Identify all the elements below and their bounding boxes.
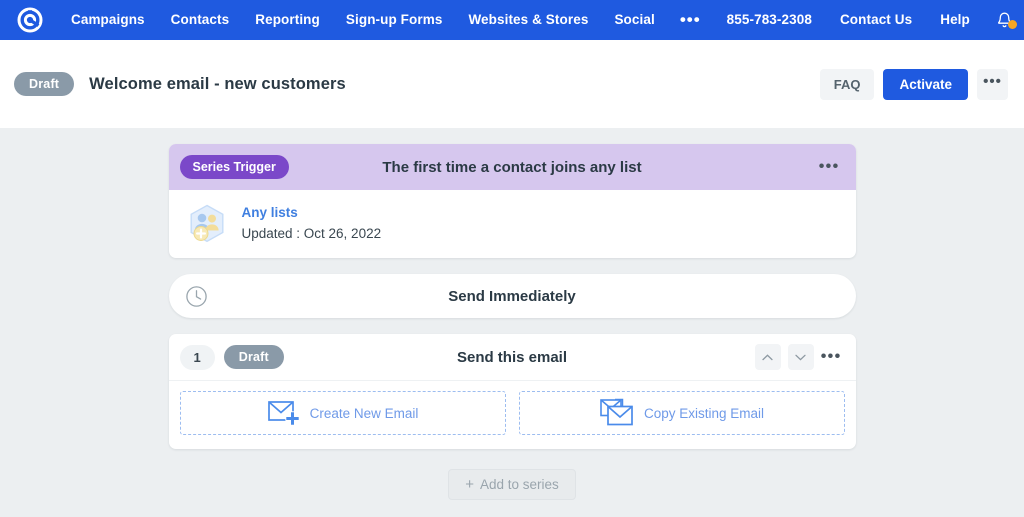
plus-icon: + [465, 476, 474, 493]
add-to-series-button[interactable]: + Add to series [448, 469, 576, 500]
nav-item-help[interactable]: Help [926, 0, 984, 40]
page-title: Welcome email - new customers [89, 74, 346, 93]
series-canvas: Series Trigger The first time a contact … [0, 128, 1024, 517]
status-badge: Draft [14, 72, 75, 96]
email-step-header: 1 Draft Send this email ••• [168, 334, 856, 381]
list-updated-text: Updated : Oct 26, 2022 [241, 226, 382, 242]
header-more-menu-button[interactable]: ••• [977, 68, 1008, 100]
constant-contact-logo-icon [17, 7, 43, 33]
copy-existing-email-option[interactable]: Copy Existing Email [518, 391, 845, 435]
envelope-plus-icon [267, 401, 300, 426]
timing-step-card[interactable]: Send Immediately [168, 274, 856, 318]
chevron-down-icon [795, 354, 806, 360]
series-trigger-badge: Series Trigger [179, 155, 289, 179]
nav-item-social[interactable]: Social [601, 0, 667, 40]
nav-item-reporting[interactable]: Reporting [242, 0, 333, 40]
nav-item-websites-stores[interactable]: Websites & Stores [455, 0, 601, 40]
create-new-email-option[interactable]: Create New Email [179, 391, 506, 435]
nav-item-campaigns[interactable]: Campaigns [58, 0, 158, 40]
header-actions: FAQ Activate ••• [819, 68, 1008, 100]
step-number-badge: 1 [179, 344, 215, 370]
email-step-status-badge: Draft [223, 345, 284, 369]
move-step-up-button[interactable] [754, 344, 781, 370]
contact-list-add-icon [190, 204, 223, 243]
envelope-copy-icon [600, 398, 633, 426]
notifications-button[interactable] [990, 0, 1020, 40]
top-navigation-bar: Campaigns Contacts Reporting Sign-up For… [0, 0, 1024, 40]
nav-phone-number[interactable]: 855-783-2308 [713, 0, 826, 40]
add-to-series-label: Add to series [479, 477, 559, 492]
trigger-card-header: Series Trigger The first time a contact … [168, 144, 856, 190]
trigger-more-menu-icon[interactable]: ••• [819, 159, 840, 175]
nav-item-contacts[interactable]: Contacts [158, 0, 243, 40]
nav-item-sign-up-forms[interactable]: Sign-up Forms [333, 0, 456, 40]
email-step-card: 1 Draft Send this email ••• Create New E… [168, 334, 856, 449]
notification-badge-dot [1007, 20, 1017, 29]
primary-nav-items: Campaigns Contacts Reporting Sign-up For… [58, 0, 713, 40]
nav-item-contact-us[interactable]: Contact Us [826, 0, 926, 40]
timing-label: Send Immediately [448, 287, 576, 305]
activate-button[interactable]: Activate [883, 68, 968, 100]
trigger-card-body: Any lists Updated : Oct 26, 2022 [169, 190, 856, 258]
copy-existing-email-label: Copy Existing Email [643, 405, 765, 421]
clock-icon [185, 285, 207, 307]
create-new-email-label: Create New Email [309, 405, 419, 421]
email-step-controls: ••• [754, 344, 842, 370]
nav-overflow-menu-icon[interactable]: ••• [668, 0, 713, 40]
series-trigger-card: Series Trigger The first time a contact … [168, 144, 856, 258]
secondary-nav-items: 855-783-2308 Contact Us Help Shea [713, 0, 1024, 40]
email-step-options: Create New Email Copy Existing Email [169, 381, 856, 449]
series-steps-stack: Series Trigger The first time a contact … [168, 144, 856, 500]
page-header: Draft Welcome email - new customers FAQ … [0, 40, 1024, 128]
chevron-up-icon [762, 353, 773, 360]
trigger-list-info: Any lists Updated : Oct 26, 2022 [242, 203, 382, 246]
move-step-down-button[interactable] [787, 344, 814, 370]
any-lists-link[interactable]: Any lists [242, 203, 382, 223]
app-logo[interactable] [10, 0, 50, 40]
faq-button[interactable]: FAQ [819, 68, 875, 100]
add-to-series-row: + Add to series [169, 469, 856, 500]
email-step-more-menu-icon[interactable]: ••• [821, 349, 842, 365]
